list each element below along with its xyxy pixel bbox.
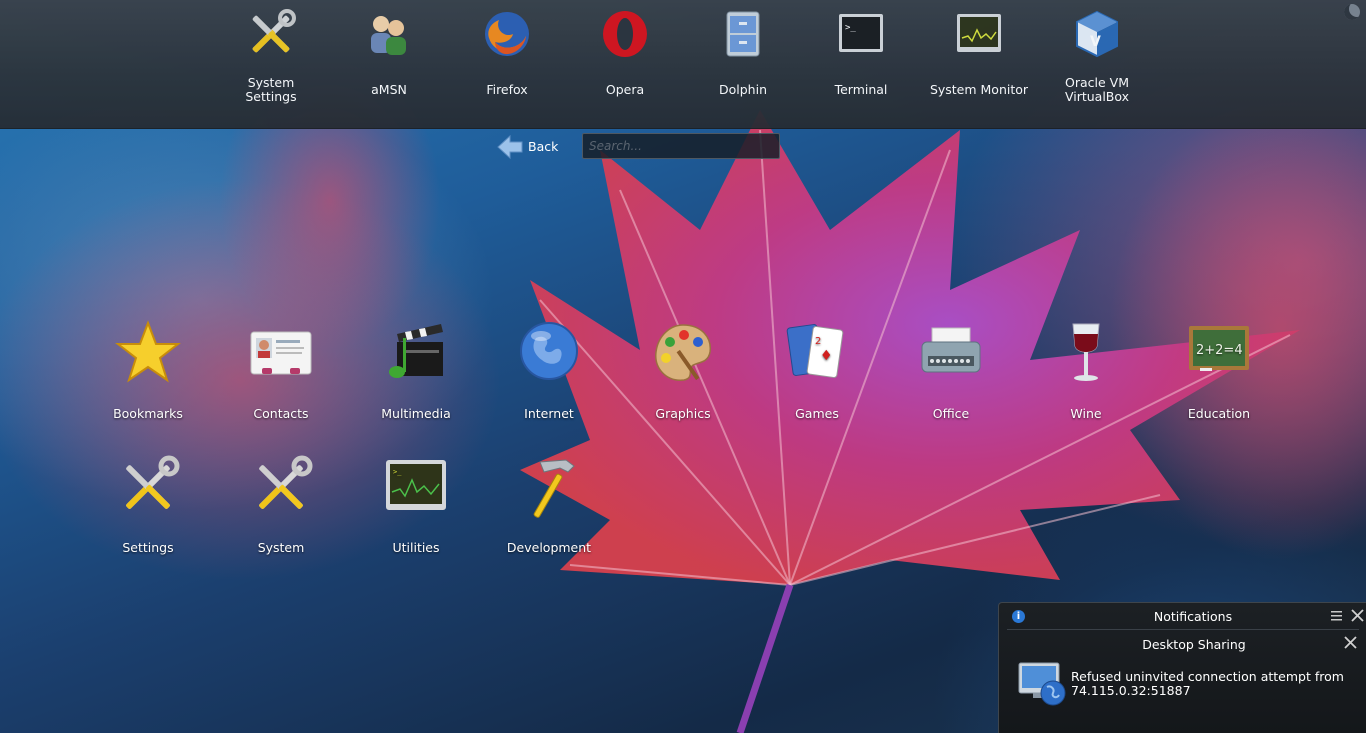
dolphin-cabinet-icon (726, 11, 760, 57)
back-label: Back (528, 139, 559, 154)
notifications-header: i Notifications (999, 603, 1366, 629)
favorite-label: Oracle VM VirtualBox (1064, 75, 1130, 104)
notifications-title: Notifications (1153, 609, 1233, 624)
notification-message-text: Refused uninvited connection attempt fro… (1071, 669, 1344, 684)
hammer-icon (533, 459, 575, 518)
category-label: Contacts (253, 406, 309, 421)
close-icon[interactable] (1351, 609, 1364, 622)
svg-text:>_: >_ (393, 468, 402, 476)
wine-glass-icon (1072, 323, 1100, 381)
favorite-dolphin[interactable]: Dolphin (688, 8, 798, 118)
category-bookmarks[interactable]: Bookmarks (88, 320, 208, 430)
favorite-amsn[interactable]: aMSN (334, 8, 444, 118)
category-settings[interactable]: Settings (88, 454, 208, 564)
address-card-icon (250, 331, 312, 375)
favorite-label: aMSN (371, 82, 407, 97)
tools-icon (126, 455, 180, 509)
notification-message-address: 74.115.0.32:51887 (1071, 683, 1191, 698)
svg-text:V: V (1090, 34, 1101, 50)
favorite-label: Opera (605, 82, 645, 97)
category-label: Utilities (392, 540, 440, 555)
notifications-popup: i Notifications Desktop Sharing Refused … (998, 602, 1366, 733)
favorite-label: Dolphin (719, 82, 767, 97)
category-label: Multimedia (381, 406, 451, 421)
globe-icon (520, 322, 578, 380)
amsn-users-icon (371, 16, 406, 55)
typewriter-icon (921, 327, 981, 373)
category-games[interactable]: 2 ♦ Games (757, 320, 877, 430)
terminal-icon: >_ (839, 14, 883, 52)
desktop: System Settings aMSN Firefox Opera Dolph… (0, 0, 1366, 733)
playing-cards-icon: 2 ♦ (786, 324, 844, 378)
notification-message: Refused uninvited connection attempt fro… (1071, 670, 1361, 698)
category-graphics[interactable]: Graphics (623, 320, 743, 430)
category-education[interactable]: 2+2=4 Education (1159, 320, 1279, 430)
virtualbox-icon: V (1076, 10, 1118, 58)
tools-icon (252, 9, 296, 53)
category-wine[interactable]: Wine (1026, 320, 1146, 430)
category-system[interactable]: System (221, 454, 341, 564)
category-utilities[interactable]: >_ Utilities (356, 454, 476, 564)
back-arrow-icon (497, 134, 523, 160)
category-office[interactable]: Office (891, 320, 1011, 430)
system-monitor-icon: >_ (386, 460, 446, 510)
favorite-system-monitor[interactable]: System Monitor (924, 8, 1034, 118)
opera-icon (603, 11, 647, 57)
category-label: Bookmarks (113, 406, 183, 421)
favorite-label: System Settings (245, 75, 297, 104)
desktop-sharing-icon (1018, 662, 1066, 706)
category-label: Graphics (655, 406, 711, 421)
favorites-bar: System Settings aMSN Firefox Opera Dolph… (0, 0, 1366, 129)
back-button[interactable]: Back (497, 134, 567, 160)
clapperboard-icon (389, 324, 443, 378)
notification-card: Desktop Sharing Refused uninvited connec… (1007, 629, 1359, 730)
palette-icon (655, 324, 711, 381)
favorite-firefox[interactable]: Firefox (452, 8, 562, 118)
category-label: Development (506, 540, 592, 555)
category-label: Internet (524, 406, 574, 421)
svg-text:2+2=4: 2+2=4 (1196, 343, 1243, 358)
category-development[interactable]: Development (489, 454, 609, 564)
moon-icon[interactable] (1344, 4, 1360, 20)
star-icon (115, 320, 181, 383)
favorite-label: Firefox (486, 82, 528, 97)
system-monitor-icon (957, 14, 1001, 52)
favorite-opera[interactable]: Opera (570, 8, 680, 118)
favorite-label: Terminal (834, 82, 888, 97)
svg-text:♦: ♦ (820, 348, 833, 364)
svg-text:2: 2 (815, 336, 821, 347)
configure-icon[interactable] (1330, 609, 1343, 622)
category-label: Office (932, 406, 970, 421)
favorite-system-settings[interactable]: System Settings (216, 8, 326, 118)
favorite-label: System Monitor (929, 82, 1029, 97)
firefox-icon (485, 12, 529, 56)
favorite-virtualbox[interactable]: V Oracle VM VirtualBox (1042, 8, 1152, 118)
category-label: System (257, 540, 305, 555)
category-label: Settings (122, 540, 174, 555)
notification-app-title: Desktop Sharing (1142, 637, 1246, 652)
category-label: Wine (1070, 406, 1102, 421)
favorite-terminal[interactable]: >_ Terminal (806, 8, 916, 118)
search-input[interactable] (582, 133, 780, 159)
category-multimedia[interactable]: Multimedia (356, 320, 476, 430)
category-label: Games (795, 406, 839, 421)
category-label: Education (1187, 406, 1251, 421)
close-icon[interactable] (1344, 636, 1357, 649)
category-contacts[interactable]: Contacts (221, 320, 341, 430)
tools-icon (259, 455, 313, 509)
svg-text:>_: >_ (845, 23, 856, 33)
chalkboard-icon: 2+2=4 (1189, 326, 1249, 371)
category-internet[interactable]: Internet (489, 320, 609, 430)
